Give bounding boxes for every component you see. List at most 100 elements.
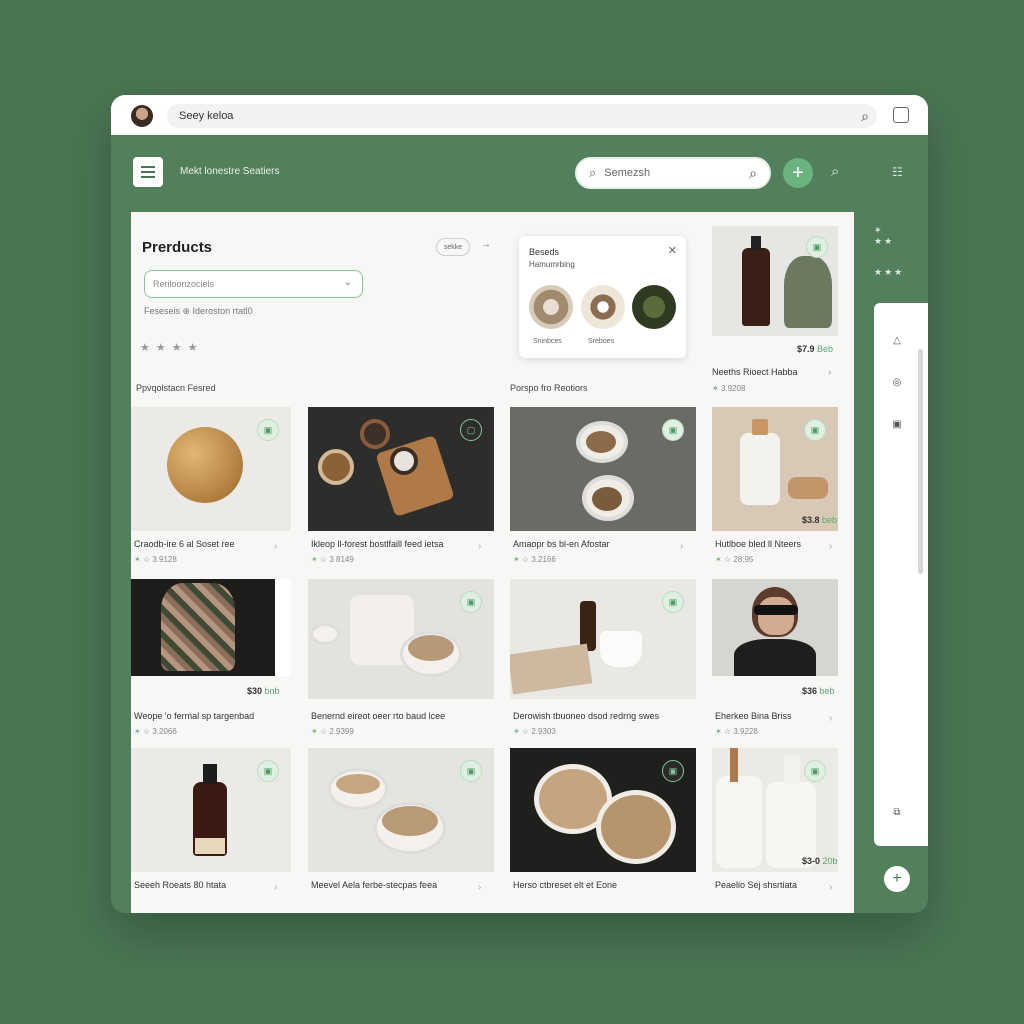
product-image[interactable] [712,579,838,676]
product-title: Derowish tbuoneo dsod redrng swes [513,711,660,721]
settings-icon[interactable]: ◎ [889,377,905,393]
address-bar[interactable]: Seey keloa ⌕ [167,104,877,128]
cart-icon[interactable]: ▣ [804,419,826,441]
popup-title: Beseds [529,247,560,257]
product-title[interactable]: Neeths Rioect Habba [712,367,798,377]
product-meta: ✶ 3.9208 [712,384,746,393]
menu-button[interactable] [133,157,163,187]
product-title: Benernd eireot oeer rto baud lcee [311,711,446,721]
rating-filter[interactable]: ★★★★ [140,341,203,354]
product-price: $3.8 beb [802,515,837,525]
product-image[interactable]: ▣ [131,407,291,531]
product-meta: ✶ ☆ 3.9128 [134,555,177,564]
chevron-right-icon[interactable]: › [829,882,832,893]
product-title: Weope 'o fermal sp targenbad [134,711,255,721]
rating-icon[interactable]: ✶ ★★ [874,225,894,247]
arrow-right-icon[interactable]: → [481,239,491,250]
product-meta: ✶ ☆ 3.9228 [715,727,758,736]
add-floating-button[interactable]: + [884,866,910,892]
cart-icon[interactable]: ▣ [257,760,279,782]
app-window: Seey keloa ⌕ Mekt lonestre Seatiers ⌕ Se… [111,95,928,913]
price-suffix: 20b [822,856,838,866]
side-toolbar: △ ◎ ▣ ⧉ [874,303,928,846]
category-value: Reriloonzociels [153,279,215,289]
price-suffix: bnb [264,686,280,696]
rating-icon[interactable]: ★★★ [874,267,904,278]
section-heading: Porspo fro Reotiors [510,383,588,393]
price-value: $7.9 [797,344,815,354]
product-image[interactable]: ▣ [510,579,696,699]
add-button[interactable]: + [783,158,813,188]
calendar-icon[interactable]: ▣ [889,419,905,435]
price-value: $36 [802,686,818,696]
products-panel: Prerducts sekke → Reriloonzociels ⌄ Fese… [131,212,854,913]
product-image[interactable]: ▢ [308,407,494,531]
popup-thumbnail[interactable] [632,285,676,329]
product-image[interactable]: ▣ [712,748,838,872]
popup-label: Sninbces [533,338,562,345]
cart-icon[interactable]: ▣ [460,591,482,613]
product-meta: ✶ ☆ 2.9303 [513,727,556,736]
product-title: Craodb-ire 6 al Soset ree [134,539,235,549]
search-placeholder: Semezsh [604,167,651,179]
product-image[interactable]: ▣ [131,748,291,872]
popup-thumbnail[interactable] [581,285,625,329]
product-image[interactable] [131,579,291,676]
filter-popup: Beseds Hamumrbing ✕ Sninbces Sreboes [519,236,686,358]
scrollbar[interactable] [918,349,923,574]
popup-label: Sreboes [588,338,615,345]
meta-value: 3.9228 [733,727,758,736]
filter-summary: Feseseis ⊕ Ideroston rtatl0 [144,306,253,316]
search-icon[interactable]: ⌕ [861,108,869,125]
chevron-right-icon[interactable]: › [274,541,277,552]
chevron-right-icon[interactable]: › [829,541,832,552]
meta-value: 3.2066 [152,727,177,736]
product-title: Herso ctbreset elt et Eone [513,880,618,890]
alert-icon[interactable]: △ [889,335,905,351]
address-text: Seey keloa [179,110,234,122]
product-image[interactable]: ▣ [510,407,696,531]
product-image[interactable]: ▣ [510,748,696,872]
search-submit-icon[interactable]: ⌕ [749,165,757,182]
bag-icon[interactable] [893,107,909,123]
popup-thumbnail[interactable] [529,285,573,329]
product-title: Eherkeo Bina Briss [715,711,792,721]
cart-icon[interactable]: ▣ [662,760,684,782]
avatar[interactable] [131,105,153,127]
product-image[interactable]: ▣ [712,226,838,336]
chevron-right-icon[interactable]: › [274,882,277,893]
chevron-right-icon[interactable]: › [478,541,481,552]
product-image[interactable]: ▣ [308,579,494,699]
chat-icon[interactable]: ▢ [460,419,482,441]
product-title: Peaelio Sej shsrtiata [715,880,798,890]
close-icon[interactable]: ✕ [668,244,677,257]
product-meta: ✶ ☆ 3.2166 [513,555,556,564]
product-image[interactable]: ▣ [308,748,494,872]
product-image[interactable]: ▣ [712,407,838,531]
cart-icon[interactable]: ▣ [804,760,826,782]
cart-icon[interactable]: ▣ [806,236,828,258]
price-value: $3.8 [802,515,820,525]
export-icon[interactable]: ⧉ [889,807,905,823]
product-meta: ✶ ☆ 3 8149 [311,555,354,564]
chevron-right-icon[interactable]: › [478,882,481,893]
category-select[interactable]: Reriloonzociels ⌄ [144,270,363,298]
filter-chip[interactable]: sekke [436,238,470,256]
cart-icon[interactable]: ▣ [460,760,482,782]
meta-value: 3.9128 [152,555,177,564]
product-price: $30 bnb [247,686,280,696]
list-view-icon[interactable]: ☷ [892,165,903,179]
search-input[interactable]: ⌕ Semezsh ⌕ [575,157,771,189]
product-title: Meevel Aela ferbe-stecpas feea [311,880,438,890]
chevron-right-icon[interactable]: › [680,541,683,552]
product-title: Amaopr bs bl-en Afostar [513,539,610,549]
cart-icon[interactable]: ▣ [662,419,684,441]
chevron-right-icon[interactable]: › [828,367,831,378]
chevron-right-icon[interactable]: › [829,713,832,724]
product-price: $3-0 20b [802,856,838,866]
cart-icon[interactable]: ▣ [662,591,684,613]
cart-icon[interactable]: ▣ [257,419,279,441]
search-icon[interactable]: ⌕ [831,163,839,180]
chevron-down-icon: ⌄ [343,277,352,288]
app-header: Mekt lonestre Seatiers ⌕ Semezsh ⌕ + ⌕ ☷ [111,135,928,211]
